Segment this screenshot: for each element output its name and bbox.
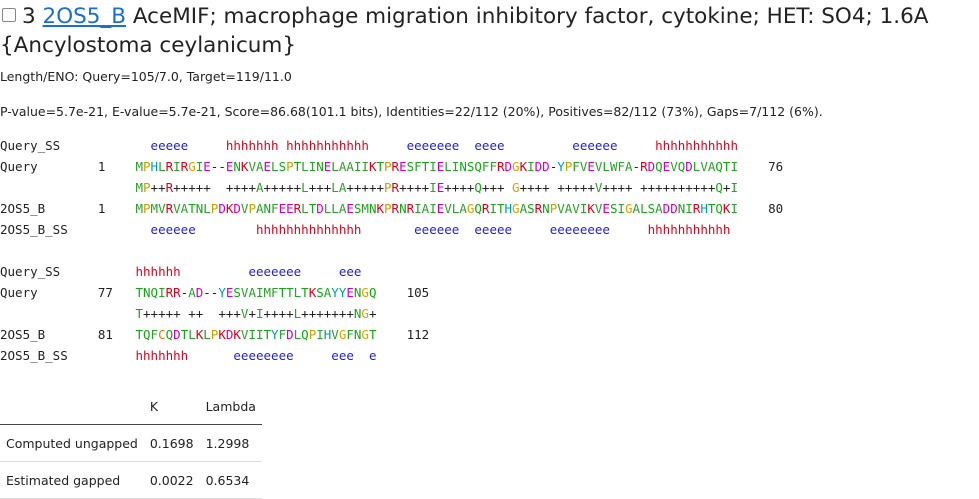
statistics-table: K Lambda Computed ungapped 0.1698 1.2998… xyxy=(0,388,262,499)
statistics-lambda-value: 0.6534 xyxy=(199,461,262,499)
statistics-header-k: K xyxy=(143,388,200,425)
table-row: Estimated gapped 0.0022 0.6534 xyxy=(0,461,262,499)
table-row: Computed ungapped 0.1698 1.2998 xyxy=(0,424,262,462)
alignment-row-end: 80 xyxy=(737,201,784,216)
alignment-sequence: hhhhhh eeeeeee eee xyxy=(135,264,362,279)
statistics-row-label: Estimated gapped xyxy=(0,461,144,499)
alignment-sequence: hhhhhhh eeeeeeee eee e xyxy=(135,348,377,363)
alignment-row: 2OS5_B_SS eeeeee hhhhhhhhhhhhhh eeeeee e… xyxy=(0,222,730,237)
alignment-row-label: Query_SS xyxy=(0,138,136,153)
alignment-row-end: 112 xyxy=(376,327,430,342)
alignment-row-label: 2OS5_B 81 xyxy=(0,327,136,342)
alignment-row-label: 2OS5_B_SS xyxy=(0,222,136,237)
alignment-row: T+++++ ++ +++V+I++++L+++++++NG+ xyxy=(0,306,376,321)
alignment-row-label: Query_SS xyxy=(0,264,136,279)
statistics-lambda-value: 1.2998 xyxy=(199,424,262,462)
alignment-row: 2OS5_B 81 TQFCQDTLKLPKDKVIITYFDLQPIHVGFN… xyxy=(0,327,429,342)
alignment-row-label xyxy=(0,306,135,321)
alignment-row-end: 105 xyxy=(376,285,430,300)
alignment-sequence: eeeee hhhhhhh hhhhhhhhhhh eeeeeee eeee e… xyxy=(150,138,738,153)
alignment-sequence: eeeeee hhhhhhhhhhhhhh eeeeee eeeee eeeee… xyxy=(150,222,731,237)
alignment-sequence: MPMVRVATNLPDKDVPANFEERLTDLLAESMNKPRNRIAI… xyxy=(135,201,738,216)
alignment-sequence: MPHLRIRGIE--ENKVAELSPTLINELAAIIKTPRESFTI… xyxy=(135,159,738,174)
hit-description: AceMIF; macrophage migration inhibitory … xyxy=(132,4,929,29)
alignment-row-label: Query 1 xyxy=(0,159,136,174)
hit-id-link[interactable]: 2OS5_B xyxy=(43,4,126,29)
hit-header: 3 2OS5_B AceMIF; macrophage migration in… xyxy=(0,2,979,60)
statistics-k-value: 0.1698 xyxy=(143,424,200,462)
alignment-sequence: TNQIRR-AD--YESVAIMFTTLTKSAYYENGQ xyxy=(135,285,377,300)
statistics-k-value: 0.0022 xyxy=(143,461,200,499)
hit-organism: {Ancylostoma ceylanicum} xyxy=(0,33,297,58)
alignment-sequence: T+++++ ++ +++V+I++++L+++++++NG+ xyxy=(135,306,377,321)
alignment-row-label: Query 77 xyxy=(0,285,136,300)
length-eno: Length/ENO: Query=105/7.0, Target=119/11… xyxy=(0,69,292,84)
alignment-row-end: 76 xyxy=(737,159,784,174)
alignment-row-label: 2OS5_B 1 xyxy=(0,201,136,216)
select-hit-checkbox[interactable] xyxy=(2,8,16,22)
statistics-row-label: Computed ungapped xyxy=(0,424,144,462)
alignment-block-1: Query_SS eeeee hhhhhhh hhhhhhhhhhh eeeee… xyxy=(0,135,783,240)
alignment-row: Query_SS hhhhhh eeeeeee eee xyxy=(0,264,361,279)
alignment-row: MP++R+++++ ++++A+++++L+++LA+++++PR++++IE… xyxy=(0,180,738,195)
alignment-sequence: TQFCQDTLKLPKDKVIITYFDLQPIHVGFNGT xyxy=(135,327,377,342)
alignment-block-2: Query_SS hhhhhh eeeeeee eee Query 77 TNQ… xyxy=(0,261,429,366)
hit-rank: 3 xyxy=(22,4,36,29)
alignment-row: 2OS5_B 1 MPMVRVATNLPDKDVPANFEERLTDLLAESM… xyxy=(0,201,783,216)
alignment-row: Query_SS eeeee hhhhhhh hhhhhhhhhhh eeeee… xyxy=(0,138,738,153)
statistics-header-row: K Lambda xyxy=(0,388,262,425)
alignment-row: Query 1 MPHLRIRGIE--ENKVAELSPTLINELAAIIK… xyxy=(0,159,783,174)
alignment-row-label xyxy=(0,180,135,195)
statistics-header-blank xyxy=(0,388,144,425)
alignment-row: Query 77 TNQIRR-AD--YESVAIMFTTLTKSAYYENG… xyxy=(0,285,429,300)
alignment-sequence: MP++R+++++ ++++A+++++L+++LA+++++PR++++IE… xyxy=(135,180,738,195)
alignment-row-label: 2OS5_B_SS xyxy=(0,348,136,363)
alignment-scores: P-value=5.7e-21, E-value=5.7e-21, Score=… xyxy=(0,104,823,119)
alignment-row: 2OS5_B_SS hhhhhhh eeeeeeee eee e xyxy=(0,348,376,363)
statistics-header-lambda: Lambda xyxy=(199,388,262,425)
